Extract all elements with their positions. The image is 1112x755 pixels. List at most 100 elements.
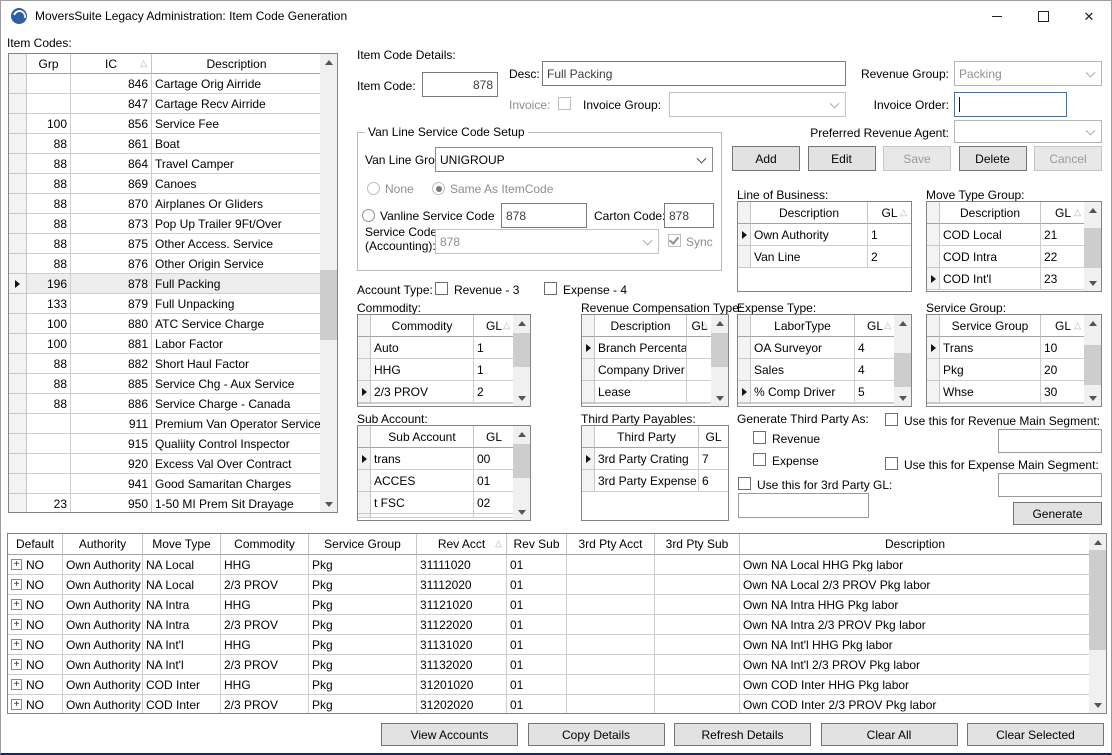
- table-row[interactable]: Whse30: [927, 381, 1084, 403]
- vertical-scrollbar[interactable]: [320, 54, 337, 512]
- column-header[interactable]: Sub Account: [371, 426, 474, 448]
- column-header[interactable]: GL△: [855, 315, 894, 337]
- accounts-grid[interactable]: DefaultAuthorityMove TypeCommodityServic…: [7, 533, 1107, 714]
- expand-row-icon[interactable]: +: [11, 579, 22, 590]
- table-row[interactable]: trans00: [358, 448, 513, 470]
- column-header[interactable]: GL△: [868, 202, 911, 224]
- table-row[interactable]: 88873Pop Up Trailer 9Ft/Over: [9, 214, 320, 234]
- table-row[interactable]: Own Authority1: [738, 224, 911, 246]
- vertical-scrollbar[interactable]: [1084, 315, 1101, 406]
- column-header[interactable]: Authority: [63, 534, 143, 555]
- column-header[interactable]: IC△: [71, 54, 152, 74]
- expense-main-segment-field[interactable]: [998, 473, 1102, 497]
- column-header[interactable]: GL: [474, 426, 513, 448]
- column-header[interactable]: GL: [699, 426, 728, 448]
- table-row[interactable]: 920Excess Val Over Contract: [9, 454, 320, 474]
- table-row[interactable]: 239501-50 MI Prem Sit Drayage: [9, 494, 320, 512]
- line-of-business-grid[interactable]: DescriptionGL△Own Authority1Van Line2: [737, 201, 912, 292]
- revenue-3-checkbox[interactable]: [435, 282, 448, 295]
- scrollbar-thumb[interactable]: [711, 333, 728, 367]
- scroll-down-icon[interactable]: [513, 504, 530, 520]
- scroll-up-icon[interactable]: [513, 426, 530, 442]
- revenue-compensation-type-grid[interactable]: DescriptionGL△Branch PercentageCompany D…: [581, 314, 729, 407]
- same-as-itemcode-radio[interactable]: [432, 182, 445, 195]
- sub-account-grid[interactable]: Sub AccountGLtrans00ACCES01t FSC02: [357, 425, 531, 521]
- column-header[interactable]: Description: [940, 202, 1041, 224]
- scroll-down-icon[interactable]: [894, 390, 911, 406]
- scrollbar-thumb[interactable]: [513, 333, 530, 367]
- use-revenue-main-segment-checkbox[interactable]: [885, 413, 898, 426]
- table-row[interactable]: 196878Full Packing: [9, 274, 320, 294]
- scroll-down-icon[interactable]: [1089, 697, 1106, 713]
- table-row[interactable]: 88876Other Origin Service: [9, 254, 320, 274]
- column-header[interactable]: Description: [595, 315, 687, 337]
- scroll-up-icon[interactable]: [711, 315, 728, 331]
- scroll-up-icon[interactable]: [513, 315, 530, 331]
- column-header[interactable]: Default: [8, 534, 63, 555]
- scroll-down-icon[interactable]: [711, 390, 728, 406]
- table-row[interactable]: 88875Other Access. Service: [9, 234, 320, 254]
- scrollbar-thumb[interactable]: [320, 270, 337, 340]
- table-row[interactable]: t FSC02: [358, 492, 513, 514]
- table-row[interactable]: 88864Travel Camper: [9, 154, 320, 174]
- column-header[interactable]: Third Party: [595, 426, 699, 448]
- save-button[interactable]: Save: [883, 146, 951, 171]
- column-header[interactable]: Move Type: [143, 534, 221, 555]
- table-row[interactable]: 88885Service Chg - Aux Service: [9, 374, 320, 394]
- service-group-grid[interactable]: Service GroupGL△Trans10Pkg20Whse30: [926, 314, 1102, 407]
- edit-button[interactable]: Edit: [808, 146, 876, 171]
- table-row[interactable]: +NOOwn AuthorityNA Local2/3 PROVPkg31112…: [8, 575, 1089, 595]
- maximize-button[interactable]: [1022, 1, 1064, 31]
- scroll-up-icon[interactable]: [1084, 315, 1101, 331]
- table-row[interactable]: Branch Percentage: [582, 337, 711, 359]
- table-row[interactable]: COD Intra22: [927, 246, 1084, 268]
- scrollbar-thumb[interactable]: [1084, 228, 1101, 268]
- item-code-field[interactable]: 878: [422, 72, 498, 97]
- table-row[interactable]: 88869Canoes: [9, 174, 320, 194]
- third-party-gl-field[interactable]: [738, 493, 869, 518]
- scroll-up-icon[interactable]: [1089, 534, 1106, 550]
- scrollbar-thumb[interactable]: [513, 444, 530, 478]
- commodity-grid[interactable]: CommodityGL△Auto1HHG12/3 PROV2: [357, 314, 531, 407]
- scrollbar-thumb[interactable]: [894, 353, 911, 387]
- add-button[interactable]: Add: [732, 146, 800, 171]
- vertical-scrollbar[interactable]: [894, 315, 911, 406]
- table-row[interactable]: +NOOwn AuthorityNA Int'l2/3 PROVPkg31132…: [8, 655, 1089, 675]
- cancel-button[interactable]: Cancel: [1034, 146, 1102, 171]
- expense-type-grid[interactable]: LaborTypeGL△OA Surveyor4Sales4% Comp Dri…: [737, 314, 912, 407]
- column-header[interactable]: Service Group: [309, 534, 417, 555]
- table-row[interactable]: 911Premium Van Operator Service: [9, 414, 320, 434]
- none-radio[interactable]: [367, 182, 380, 195]
- carton-code-field[interactable]: 878: [664, 203, 714, 228]
- table-row[interactable]: +NOOwn AuthorityCOD Inter2/3 PROVPkg3120…: [8, 695, 1089, 713]
- vertical-scrollbar[interactable]: [513, 315, 530, 406]
- clear-selected-button[interactable]: Clear Selected: [967, 723, 1104, 746]
- table-row[interactable]: HHG1: [358, 359, 513, 381]
- table-row[interactable]: 3rd Party Crating7: [582, 448, 728, 470]
- item-codes-grid[interactable]: GrpIC△Description846Cartage Orig Airride…: [8, 53, 338, 513]
- sync-checkbox[interactable]: [668, 234, 681, 247]
- vertical-scrollbar[interactable]: [711, 315, 728, 406]
- table-row[interactable]: 88870Airplanes Or Gliders: [9, 194, 320, 214]
- scroll-down-icon[interactable]: [1084, 390, 1101, 406]
- scrollbar-thumb[interactable]: [1084, 345, 1101, 385]
- table-row[interactable]: 846Cartage Orig Airride: [9, 74, 320, 94]
- column-header[interactable]: Grp: [27, 54, 71, 74]
- table-row[interactable]: Van Line2: [738, 246, 911, 268]
- minimize-button[interactable]: [976, 1, 1018, 31]
- invoice-group-select[interactable]: [669, 92, 846, 117]
- table-row[interactable]: Lease: [582, 381, 711, 403]
- copy-details-button[interactable]: Copy Details: [528, 723, 665, 746]
- scroll-down-icon[interactable]: [320, 496, 337, 512]
- table-row[interactable]: 88882Short Haul Factor: [9, 354, 320, 374]
- column-header[interactable]: GL△: [1041, 315, 1084, 337]
- scroll-up-icon[interactable]: [320, 54, 337, 70]
- table-row[interactable]: COD Int'l23: [927, 268, 1084, 290]
- table-row[interactable]: ACCES01: [358, 470, 513, 492]
- third-party-revenue-checkbox[interactable]: [753, 431, 766, 444]
- expand-row-icon[interactable]: +: [11, 679, 22, 690]
- scroll-down-icon[interactable]: [1084, 275, 1101, 291]
- table-row[interactable]: +NOOwn AuthorityNA Intra2/3 PROVPkg31122…: [8, 615, 1089, 635]
- scroll-down-icon[interactable]: [513, 390, 530, 406]
- desc-field[interactable]: Full Packing: [542, 61, 846, 86]
